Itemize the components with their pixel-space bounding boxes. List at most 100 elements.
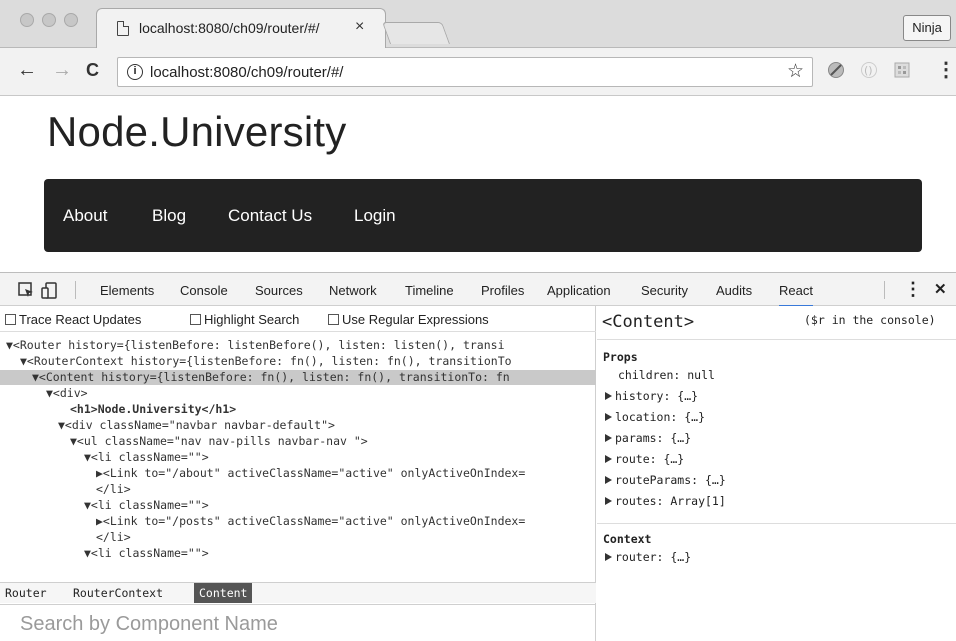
- checkbox-label: Highlight Search: [204, 312, 300, 327]
- tab-timeline[interactable]: Timeline: [405, 283, 454, 298]
- toolbar-separator: [75, 281, 76, 299]
- tree-node-li-close: </li>: [96, 530, 131, 544]
- prop-label: routeParams: {…}: [615, 473, 726, 487]
- extension-blocker-icon[interactable]: [827, 61, 845, 79]
- breadcrumb-routercontext[interactable]: RouterContext: [73, 586, 163, 600]
- tab-sources[interactable]: Sources: [255, 283, 303, 298]
- checkbox-box[interactable]: [328, 314, 339, 325]
- checkbox-box[interactable]: [190, 314, 201, 325]
- prop-routes[interactable]: routes: Array[1]: [605, 494, 726, 508]
- prop-params[interactable]: params: {…}: [605, 431, 691, 445]
- device-toolbar-icon[interactable]: [41, 282, 58, 299]
- tree-node-content-selected[interactable]: ▼<Content history={listenBefore: fn(), l…: [0, 370, 596, 385]
- checkbox-label: Trace React Updates: [19, 312, 142, 327]
- tree-node-h1[interactable]: <h1>Node.University</h1>: [70, 402, 236, 417]
- context-section-title: Context: [603, 532, 652, 546]
- trace-updates-checkbox[interactable]: Trace React Updates: [5, 312, 141, 327]
- search-placeholder: Search by Component Name: [20, 613, 278, 635]
- tab-close-icon[interactable]: ×: [355, 18, 364, 36]
- prop-route[interactable]: route: {…}: [605, 452, 684, 466]
- browser-menu-icon[interactable]: ⋮: [936, 60, 956, 80]
- tab-network[interactable]: Network: [329, 283, 377, 298]
- expand-triangle-icon[interactable]: [605, 553, 612, 561]
- prop-label: route: {…}: [615, 452, 685, 466]
- tab-profiles[interactable]: Profiles: [481, 283, 524, 298]
- expand-triangle-icon[interactable]: [605, 392, 612, 400]
- tab-react[interactable]: React: [779, 283, 813, 307]
- address-url[interactable]: localhost:8080/ch09/router/#/: [150, 64, 343, 81]
- tree-node-link-posts[interactable]: ▶<Link to="/posts" activeClassName="acti…: [96, 514, 525, 529]
- expand-triangle-icon[interactable]: [605, 497, 612, 505]
- tab-elements[interactable]: Elements: [100, 283, 154, 298]
- devtools-tabbar: Elements Console Sources Network Timelin…: [0, 272, 956, 307]
- expand-triangle-icon[interactable]: [605, 413, 612, 421]
- tree-node-div[interactable]: ▼<div>: [46, 386, 88, 401]
- toolbar-separator: [884, 281, 885, 299]
- react-options-bar: Trace React Updates Highlight Search Use…: [0, 306, 596, 332]
- browser-titlebar: localhost:8080/ch09/router/#/ × Ninja: [0, 0, 956, 49]
- breadcrumb-content[interactable]: Content: [194, 583, 253, 603]
- site-navbar: About Blog Contact Us Login: [44, 179, 922, 252]
- extension-parens-icon[interactable]: (): [860, 61, 878, 79]
- devtools-menu-icon[interactable]: ⋮: [904, 279, 922, 300]
- tab-title: localhost:8080/ch09/router/#/: [139, 20, 320, 36]
- props-header: <Content> ($r in the console): [597, 306, 956, 340]
- expand-triangle-icon[interactable]: [605, 476, 612, 484]
- props-section-title: Props: [603, 350, 638, 364]
- back-arrow-icon[interactable]: ←: [17, 60, 37, 80]
- expand-triangle-icon[interactable]: [605, 434, 612, 442]
- devtools-close-icon[interactable]: ✕: [934, 280, 947, 298]
- tab-console[interactable]: Console: [180, 283, 228, 298]
- selected-component-name: <Content>: [602, 312, 695, 332]
- address-bar[interactable]: i localhost:8080/ch09/router/#/ ☆: [117, 57, 813, 87]
- expand-triangle-icon[interactable]: [605, 455, 612, 463]
- tree-node-link-about[interactable]: ▶<Link to="/about" activeClassName="acti…: [96, 466, 525, 481]
- browser-toolbar: ← → C i localhost:8080/ch09/router/#/ ☆ …: [0, 48, 956, 96]
- nav-link-login[interactable]: Login: [354, 206, 396, 226]
- nav-link-about[interactable]: About: [63, 206, 107, 226]
- tree-node-ul[interactable]: ▼<ul className="nav nav-pills navbar-nav…: [70, 434, 368, 449]
- page-icon: [117, 21, 129, 36]
- component-search-input[interactable]: Search by Component Name: [0, 604, 596, 641]
- inspect-element-icon[interactable]: [18, 282, 35, 299]
- reload-icon[interactable]: C: [86, 60, 99, 80]
- prop-label: params: {…}: [615, 431, 692, 445]
- react-tree-pane: Trace React Updates Highlight Search Use…: [0, 306, 596, 641]
- nav-link-contact[interactable]: Contact Us: [228, 206, 312, 226]
- highlight-search-checkbox[interactable]: Highlight Search: [190, 312, 299, 327]
- extension-grid-icon[interactable]: [893, 61, 911, 79]
- profile-button[interactable]: Ninja: [903, 15, 951, 41]
- forward-arrow-icon[interactable]: →: [52, 60, 72, 80]
- prop-routeparams[interactable]: routeParams: {…}: [605, 473, 726, 487]
- prop-history[interactable]: history: {…}: [605, 389, 698, 403]
- tab-audits[interactable]: Audits: [716, 283, 752, 298]
- component-tree: ▼<Router history={listenBefore: listenBe…: [0, 334, 596, 586]
- tree-node-li-close: </li>: [96, 482, 131, 496]
- bookmark-star-icon[interactable]: ☆: [787, 60, 804, 83]
- page-title: Node.University: [47, 108, 347, 155]
- tree-node-li[interactable]: ▼<li className="">: [84, 546, 209, 561]
- close-window-button[interactable]: [20, 13, 34, 27]
- section-divider: [597, 523, 956, 524]
- maximize-window-button[interactable]: [64, 13, 78, 27]
- prop-children: children: null: [618, 368, 715, 382]
- tree-node-routercontext[interactable]: ▼<RouterContext history={listenBefore: f…: [20, 354, 512, 369]
- regex-checkbox[interactable]: Use Regular Expressions: [328, 312, 489, 327]
- tree-node-li[interactable]: ▼<li className="">: [84, 450, 209, 465]
- breadcrumb-router[interactable]: Router: [5, 586, 47, 600]
- props-pane: <Content> ($r in the console) Props chil…: [597, 306, 956, 641]
- prop-location[interactable]: location: {…}: [605, 410, 705, 424]
- minimize-window-button[interactable]: [42, 13, 56, 27]
- tab-application[interactable]: Application: [547, 283, 611, 298]
- nav-link-blog[interactable]: Blog: [152, 206, 186, 226]
- tree-node-router[interactable]: ▼<Router history={listenBefore: listenBe…: [6, 338, 505, 353]
- tree-node-li[interactable]: ▼<li className="">: [84, 498, 209, 513]
- checkbox-label: Use Regular Expressions: [342, 312, 489, 327]
- tree-node-navbar-div[interactable]: ▼<div className="navbar navbar-default">: [58, 418, 335, 433]
- info-icon[interactable]: i: [127, 64, 143, 80]
- tab-security[interactable]: Security: [641, 283, 688, 298]
- browser-tab-active[interactable]: localhost:8080/ch09/router/#/ ×: [96, 8, 386, 49]
- checkbox-box[interactable]: [5, 314, 16, 325]
- context-router[interactable]: router: {…}: [605, 550, 691, 564]
- new-tab-button[interactable]: [381, 22, 451, 44]
